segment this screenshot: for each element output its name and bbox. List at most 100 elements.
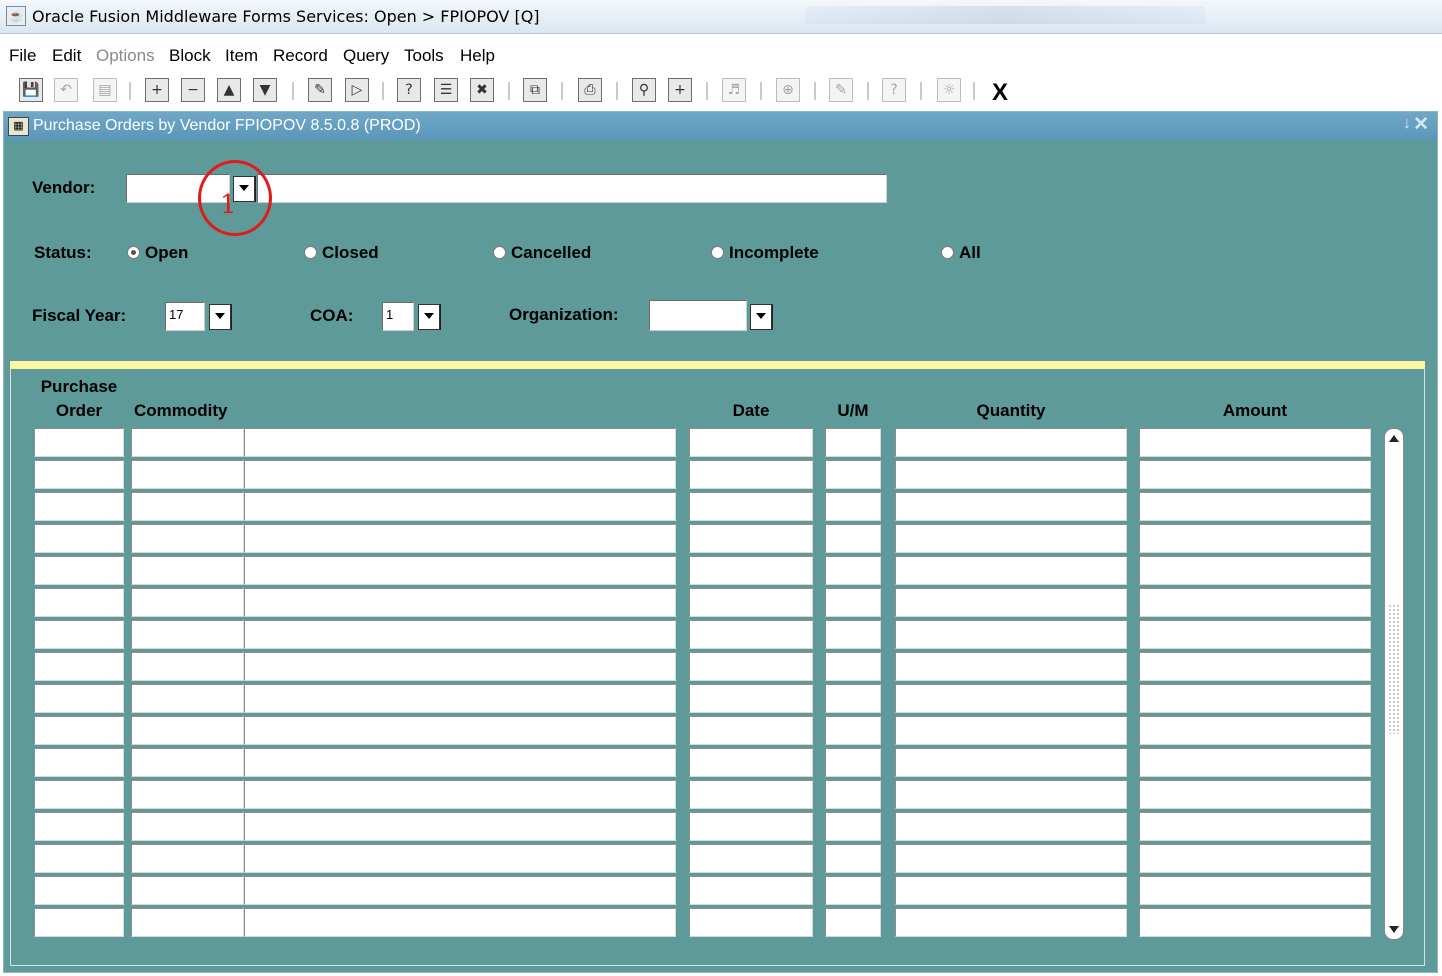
commodity-code-cell[interactable] — [131, 524, 244, 553]
lightbulb-icon[interactable]: ☼ — [937, 78, 961, 102]
po-cell[interactable] — [34, 652, 124, 681]
fiscal-year-dropdown-button[interactable] — [209, 304, 232, 330]
menu-file[interactable]: File — [9, 46, 36, 66]
quantity-cell[interactable] — [895, 812, 1127, 841]
date-cell[interactable] — [689, 524, 813, 553]
commodity-desc-cell[interactable] — [244, 844, 676, 873]
date-cell[interactable] — [689, 812, 813, 841]
search-icon[interactable]: ⚲ — [632, 78, 656, 102]
commodity-desc-cell[interactable] — [244, 652, 676, 681]
po-cell[interactable] — [34, 812, 124, 841]
coa-field[interactable]: 1 — [382, 302, 414, 331]
previous-block-icon[interactable]: ▲ — [217, 78, 241, 102]
date-cell[interactable] — [689, 684, 813, 713]
po-cell[interactable] — [34, 524, 124, 553]
cancel-query-icon[interactable]: ✖ — [470, 78, 494, 102]
um-cell[interactable] — [825, 620, 881, 649]
remove-record-icon[interactable]: − — [181, 78, 205, 102]
coa-dropdown-button[interactable] — [418, 304, 441, 330]
um-cell[interactable] — [825, 428, 881, 457]
po-cell[interactable] — [34, 748, 124, 777]
amount-cell[interactable] — [1139, 524, 1371, 553]
save-icon[interactable]: 💾 — [19, 78, 43, 102]
quantity-cell[interactable] — [895, 620, 1127, 649]
po-cell[interactable] — [34, 460, 124, 489]
fiscal-year-field[interactable]: 17 — [165, 302, 205, 331]
grid-scrollbar[interactable] — [1384, 428, 1404, 940]
um-cell[interactable] — [825, 876, 881, 905]
commodity-desc-cell[interactable] — [244, 812, 676, 841]
amount-cell[interactable] — [1139, 908, 1371, 937]
quantity-cell[interactable] — [895, 492, 1127, 521]
amount-cell[interactable] — [1139, 812, 1371, 841]
commodity-code-cell[interactable] — [131, 684, 244, 713]
po-cell[interactable] — [34, 556, 124, 585]
amount-cell[interactable] — [1139, 460, 1371, 489]
um-cell[interactable] — [825, 652, 881, 681]
po-cell[interactable] — [34, 780, 124, 809]
commodity-code-cell[interactable] — [131, 876, 244, 905]
date-cell[interactable] — [689, 588, 813, 617]
add-icon[interactable]: + — [668, 78, 692, 102]
amount-cell[interactable] — [1139, 748, 1371, 777]
commodity-code-cell[interactable] — [131, 780, 244, 809]
po-cell[interactable] — [34, 908, 124, 937]
po-cell[interactable] — [34, 876, 124, 905]
quantity-cell[interactable] — [895, 460, 1127, 489]
commodity-code-cell[interactable] — [131, 492, 244, 521]
quantity-cell[interactable] — [895, 428, 1127, 457]
execute-query-icon[interactable]: ▷ — [345, 78, 369, 102]
amount-cell[interactable] — [1139, 652, 1371, 681]
quantity-cell[interactable] — [895, 748, 1127, 777]
po-cell[interactable] — [34, 588, 124, 617]
um-cell[interactable] — [825, 556, 881, 585]
commodity-code-cell[interactable] — [131, 652, 244, 681]
um-cell[interactable] — [825, 588, 881, 617]
date-cell[interactable] — [689, 620, 813, 649]
date-cell[interactable] — [689, 780, 813, 809]
um-cell[interactable] — [825, 716, 881, 745]
amount-cell[interactable] — [1139, 876, 1371, 905]
minimize-icon[interactable]: ↓ — [1403, 115, 1411, 133]
um-cell[interactable] — [825, 908, 881, 937]
amount-cell[interactable] — [1139, 492, 1371, 521]
quantity-cell[interactable] — [895, 876, 1127, 905]
um-cell[interactable] — [825, 844, 881, 873]
menu-tools[interactable]: Tools — [404, 46, 444, 66]
quantity-cell[interactable] — [895, 556, 1127, 585]
menu-item[interactable]: Item — [225, 46, 258, 66]
commodity-desc-cell[interactable] — [244, 748, 676, 777]
po-cell[interactable] — [34, 620, 124, 649]
exit-button[interactable]: X — [992, 79, 1008, 107]
commodity-desc-cell[interactable] — [244, 588, 676, 617]
quantity-cell[interactable] — [895, 588, 1127, 617]
menu-help[interactable]: Help — [460, 46, 495, 66]
date-cell[interactable] — [689, 844, 813, 873]
commodity-code-cell[interactable] — [131, 748, 244, 777]
commodity-code-cell[interactable] — [131, 812, 244, 841]
quantity-cell[interactable] — [895, 844, 1127, 873]
quantity-cell[interactable] — [895, 908, 1127, 937]
menu-block[interactable]: Block — [169, 46, 211, 66]
date-cell[interactable] — [689, 876, 813, 905]
date-cell[interactable] — [689, 556, 813, 585]
commodity-desc-cell[interactable] — [244, 716, 676, 745]
date-cell[interactable] — [689, 460, 813, 489]
um-cell[interactable] — [825, 812, 881, 841]
status-cancelled-radio[interactable] — [493, 246, 506, 259]
close-icon[interactable]: ✕ — [1413, 113, 1429, 136]
amount-cell[interactable] — [1139, 780, 1371, 809]
commodity-code-cell[interactable] — [131, 460, 244, 489]
date-cell[interactable] — [689, 716, 813, 745]
commodity-code-cell[interactable] — [131, 844, 244, 873]
enter-query-icon[interactable]: ✎ — [308, 78, 332, 102]
status-all-radio[interactable] — [941, 246, 954, 259]
question-icon[interactable]: ? — [882, 78, 906, 102]
amount-cell[interactable] — [1139, 716, 1371, 745]
menu-query[interactable]: Query — [343, 46, 389, 66]
quantity-cell[interactable] — [895, 652, 1127, 681]
po-cell[interactable] — [34, 492, 124, 521]
commodity-desc-cell[interactable] — [244, 684, 676, 713]
commodity-code-cell[interactable] — [131, 620, 244, 649]
amount-cell[interactable] — [1139, 684, 1371, 713]
